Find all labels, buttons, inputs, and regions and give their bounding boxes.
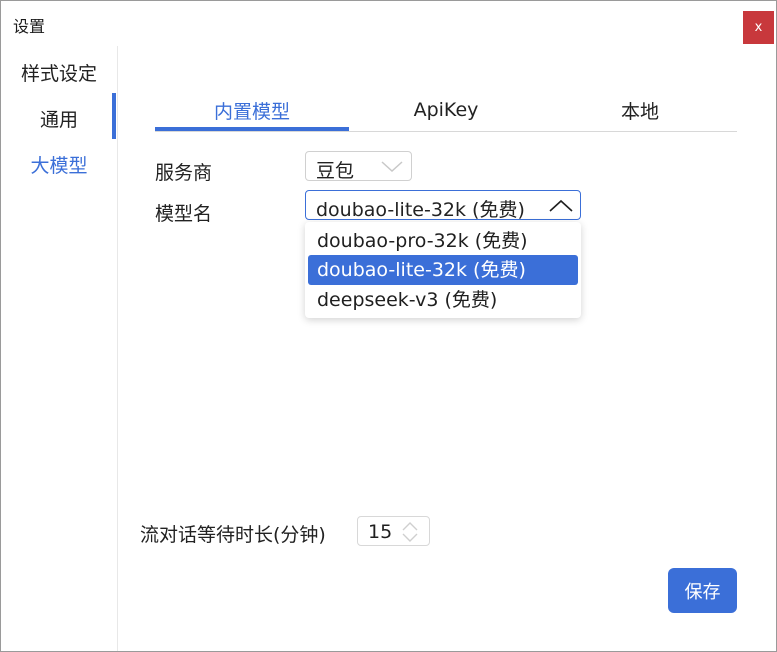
provider-select-value: 豆包 <box>316 160 355 182</box>
tab-builtin-model[interactable]: 内置模型 <box>155 93 349 127</box>
tab-label: 内置模型 <box>213 100 290 123</box>
sidebar-item-general[interactable]: 通用 <box>1 95 117 141</box>
spinner-arrows-icon[interactable] <box>400 521 420 543</box>
tab-apikey[interactable]: ApiKey <box>349 93 543 127</box>
chevron-up-icon <box>549 199 573 212</box>
window-title: 设置 <box>13 17 46 36</box>
sidebar-item-label: 大模型 <box>30 154 88 177</box>
wait-duration-spinner[interactable]: 15 <box>357 516 430 546</box>
tab-label: 本地 <box>620 100 659 123</box>
model-select-value: doubao-lite-32k (免费) <box>316 199 525 221</box>
settings-window: 设置 x 样式设定 通用 大模型 内置模型 ApiKey 本地 服务商 豆包 模… <box>0 0 777 652</box>
sidebar-item-style-settings[interactable]: 样式设定 <box>1 49 117 95</box>
sidebar-item-large-model[interactable]: 大模型 <box>1 141 117 187</box>
sidebar-active-indicator <box>112 93 116 139</box>
close-button[interactable]: x <box>743 11 774 44</box>
model-option-selected[interactable]: doubao-lite-32k (免费) <box>308 255 578 285</box>
tab-local[interactable]: 本地 <box>543 93 737 127</box>
model-label: 模型名 <box>155 203 213 225</box>
sidebar-item-label: 通用 <box>39 108 78 131</box>
active-tab-underline <box>155 127 349 131</box>
provider-label: 服务商 <box>155 162 213 184</box>
chevron-down-icon <box>381 161 403 173</box>
model-select[interactable]: doubao-lite-32k (免费) <box>305 190 581 221</box>
model-option[interactable]: deepseek-v3 (免费) <box>308 285 578 315</box>
model-dropdown-list: doubao-pro-32k (免费) doubao-lite-32k (免费)… <box>305 222 581 318</box>
save-button[interactable]: 保存 <box>668 568 737 613</box>
provider-select[interactable]: 豆包 <box>305 151 412 182</box>
sidebar: 样式设定 通用 大模型 <box>1 46 118 651</box>
close-icon: x <box>754 20 763 35</box>
save-button-label: 保存 <box>684 581 721 603</box>
title-bar: 设置 x <box>1 1 776 46</box>
tab-label: ApiKey <box>413 99 479 121</box>
tab-bar: 内置模型 ApiKey 本地 <box>155 93 737 132</box>
model-option[interactable]: doubao-pro-32k (免费) <box>308 226 578 256</box>
wait-duration-value: 15 <box>368 521 393 543</box>
wait-duration-label: 流对话等待时长(分钟) <box>140 524 326 546</box>
sidebar-item-label: 样式设定 <box>20 62 97 85</box>
